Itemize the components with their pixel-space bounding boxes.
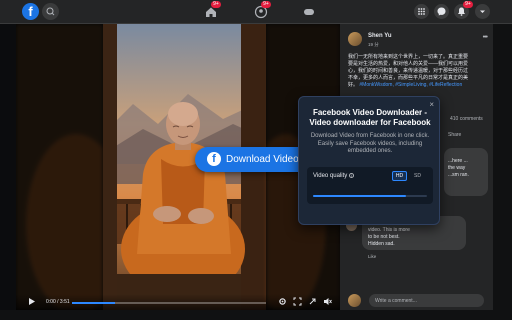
search-button[interactable] <box>42 3 59 20</box>
post-text: 我们一无所有地来到这个世界上，一切来了。真正重要要是对生活的热爱，和对他人的关爱… <box>348 54 468 89</box>
blurred-background-left <box>16 24 103 310</box>
share-button[interactable]: Share <box>448 132 461 138</box>
video-quality-text: Video quality <box>313 173 348 180</box>
video-progress-fill <box>72 302 115 304</box>
video-time: 0:00 / 3:51 <box>46 299 70 305</box>
top-navigation-bar: f 9+ 9+ 9+ <box>0 0 512 24</box>
popup-description: Download Video from Facebook in one clic… <box>310 133 430 154</box>
post-hashtags[interactable]: #MonkWisdom, #SimpleLiving, #LifeReflect… <box>359 82 462 88</box>
chevron-down-icon <box>480 10 485 13</box>
menu-button[interactable] <box>414 4 429 19</box>
messenger-icon <box>437 7 446 16</box>
gaming-icon <box>304 9 314 15</box>
search-icon <box>46 7 55 16</box>
comments-count[interactable]: 410 comments <box>450 116 483 122</box>
account-menu-button[interactable] <box>475 4 490 19</box>
play-icon[interactable] <box>28 297 36 306</box>
downloader-popup: × Facebook Video Downloader - Video down… <box>298 96 440 225</box>
bottom-edge <box>0 310 512 320</box>
expand-icon[interactable] <box>308 297 317 306</box>
volume-icon[interactable] <box>323 297 332 306</box>
comment-text: ...here ... the way ...sm ran. <box>448 158 469 178</box>
home-badge: 9+ <box>211 1 221 8</box>
comment-input[interactable]: Write a comment... <box>369 294 484 307</box>
settings-gear-icon[interactable] <box>278 297 287 306</box>
home-nav-button[interactable]: 9+ <box>203 1 221 20</box>
groups-nav-button[interactable]: 9+ <box>253 1 271 20</box>
comment-placeholder: Write a comment... <box>375 297 417 304</box>
like-comment-link[interactable]: Like <box>368 254 376 259</box>
comment-bubble: ...here ... the way ...sm ran. <box>444 148 488 196</box>
author-avatar[interactable] <box>348 32 362 46</box>
post-time[interactable]: 19 分 <box>368 42 379 48</box>
grid-menu-icon <box>418 8 425 15</box>
facebook-logo-icon: f <box>207 152 221 166</box>
info-icon[interactable]: i <box>349 173 355 178</box>
fullscreen-icon[interactable] <box>293 297 302 306</box>
groups-badge: 9+ <box>261 1 271 8</box>
notifications-badge: 9+ <box>463 1 473 8</box>
download-progress-fill <box>313 195 407 197</box>
more-options-icon[interactable]: ••• <box>483 34 488 41</box>
quality-option-hd[interactable]: HD <box>392 171 407 181</box>
post-author[interactable]: Shen Yu <box>368 33 392 39</box>
quality-option-sd[interactable]: SD <box>410 171 425 181</box>
video-progress-bar[interactable] <box>72 302 266 304</box>
right-edge <box>493 24 512 320</box>
gaming-nav-button[interactable] <box>301 4 317 20</box>
download-video-label: Download Video <box>226 154 299 165</box>
comment-composer: Write a comment... <box>348 294 488 308</box>
facebook-logo[interactable]: f <box>22 3 39 20</box>
notifications-button[interactable]: 9+ <box>454 1 473 19</box>
video-quality-label: Video quality i <box>313 173 355 180</box>
user-avatar[interactable] <box>348 294 361 307</box>
messenger-button[interactable] <box>434 4 449 19</box>
video-controls: 0:00 / 3:51 <box>16 294 340 310</box>
popup-title: Facebook Video Downloader - Video downlo… <box>309 108 431 127</box>
video-quality-panel: Video quality i HD SD <box>307 167 433 204</box>
